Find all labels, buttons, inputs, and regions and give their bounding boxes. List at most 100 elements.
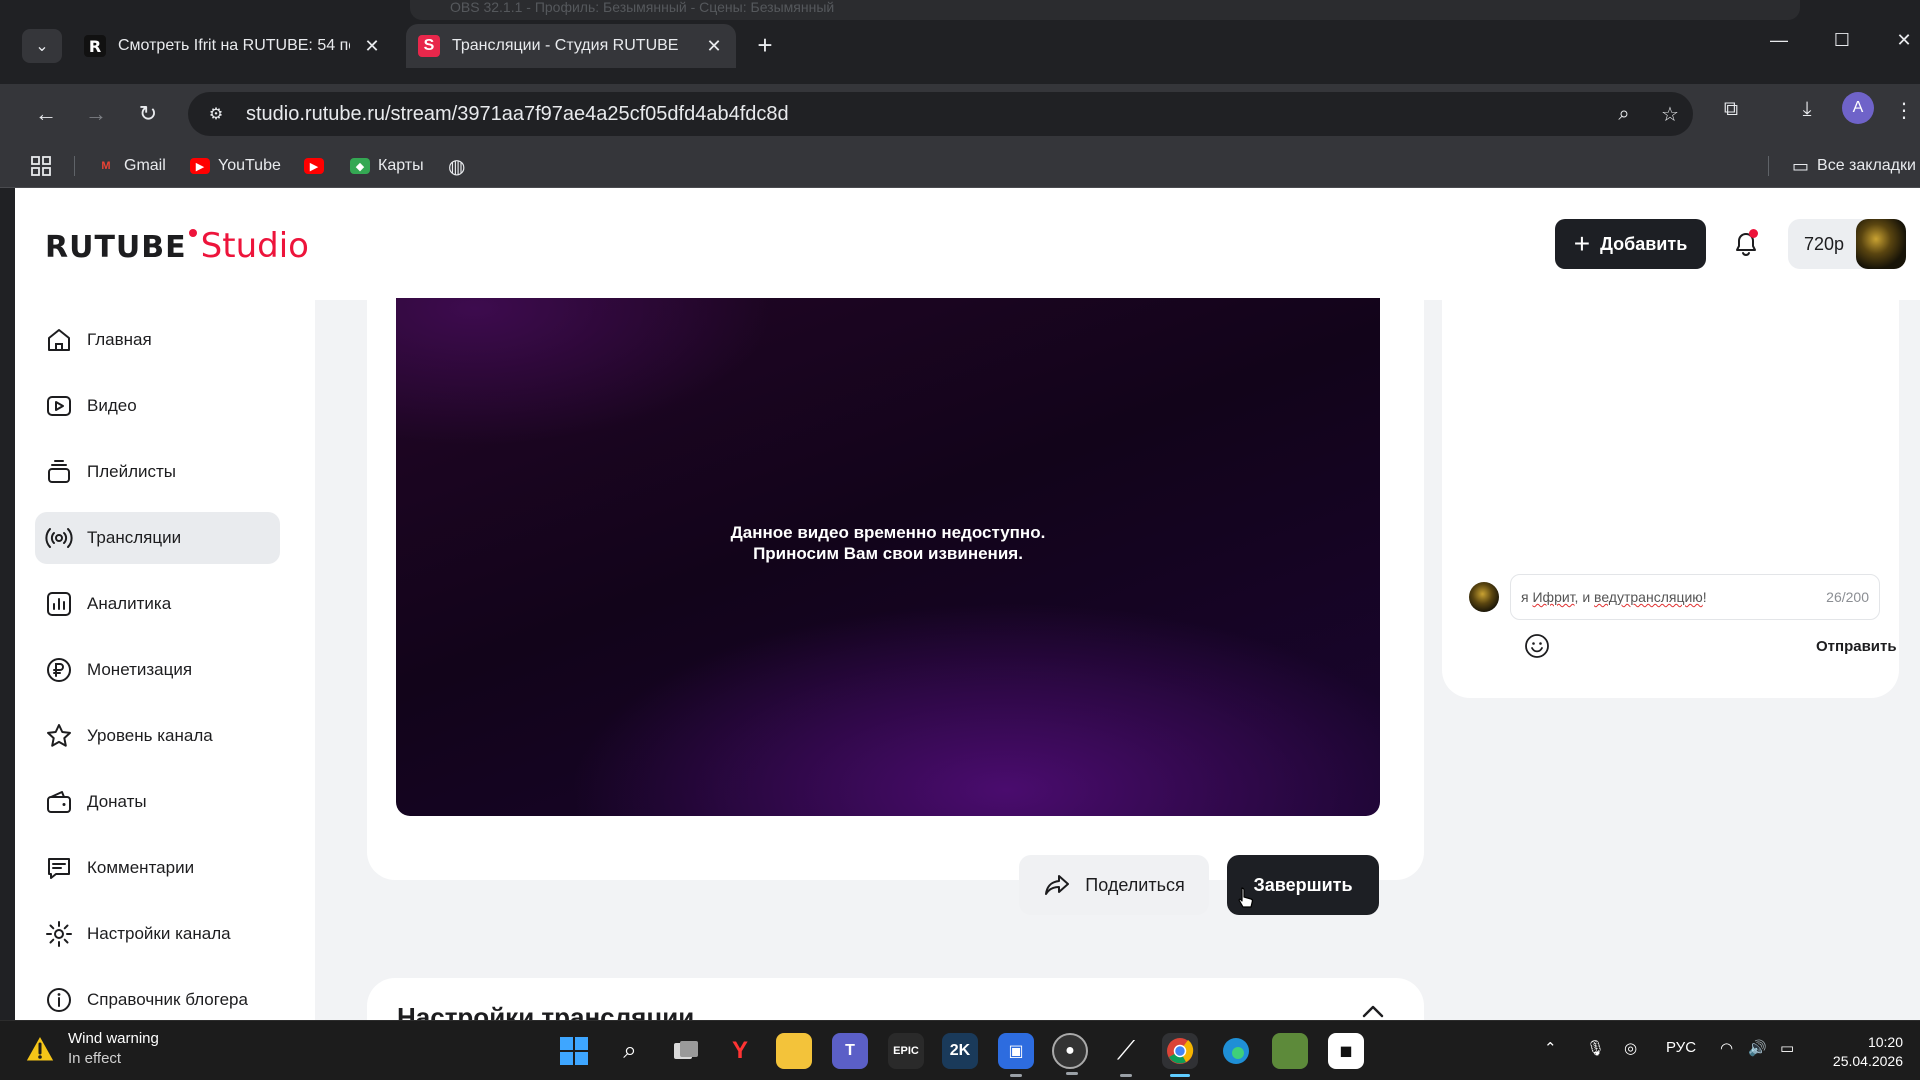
maximize-icon[interactable]: ☐ <box>1822 30 1862 51</box>
sidebar-item-label: Аналитика <box>87 594 172 613</box>
2k-launcher-icon[interactable]: 2K <box>942 1033 978 1069</box>
bookmark-youtube[interactable]: ▶ YouTube <box>190 144 281 188</box>
stream-settings-card[interactable]: Настройки трансляции <box>367 978 1424 1020</box>
browser-toolbar: ← → ↻ ⚙ studio.rutube.ru/stream/3971aa7f… <box>0 84 1920 144</box>
sidebar-item-monetization[interactable]: Монетизация <box>35 644 280 696</box>
minecraft-icon[interactable] <box>1272 1033 1308 1069</box>
gear-icon <box>46 921 72 947</box>
video-player[interactable]: Данное видео временно недоступно. Принос… <box>396 298 1380 816</box>
active-indicator <box>1170 1074 1190 1077</box>
info-icon <box>47 988 71 1012</box>
sidebar-item-analytics[interactable]: Аналитика <box>35 578 280 630</box>
sidebar-item-label: Главная <box>87 330 152 349</box>
start-button[interactable] <box>556 1033 592 1069</box>
address-bar[interactable]: ⚙ studio.rutube.ru/stream/3971aa7f97ae4a… <box>188 92 1693 136</box>
bookmark-gmail[interactable]: M Gmail <box>96 144 165 188</box>
sidebar-item-channel-settings[interactable]: Настройки канала <box>35 908 280 960</box>
share-button[interactable]: Поделиться <box>1019 855 1209 915</box>
sidebar-item-label: Донаты <box>87 792 147 811</box>
chat-user-avatar <box>1469 582 1499 612</box>
minimize-icon[interactable]: — <box>1759 30 1799 51</box>
chat-message-input[interactable]: я Ифрит, и ведутрансляцию! 26/200 <box>1510 574 1880 620</box>
emoji-icon[interactable] <box>1523 632 1551 660</box>
epic-games-icon[interactable]: EPIC <box>888 1033 924 1069</box>
close-icon[interactable]: ✕ <box>704 36 724 57</box>
home-icon <box>48 329 70 351</box>
file-explorer-icon[interactable] <box>776 1033 812 1069</box>
site-info-icon[interactable]: ⚙ <box>196 104 236 124</box>
sidebar-item-home[interactable]: Главная <box>35 314 280 366</box>
system-clock[interactable]: 10:20 25.04.2026 <box>1823 1033 1903 1071</box>
sidebar-item-comments[interactable]: Комментарии <box>35 842 280 894</box>
account-menu[interactable]: 720p <box>1788 219 1906 269</box>
yandex-browser-icon[interactable]: Y <box>722 1033 758 1069</box>
bookmark-maps[interactable]: ◆ Карты <box>350 144 424 188</box>
reload-icon[interactable]: ↻ <box>132 98 164 130</box>
chat-panel: я Ифрит, и ведутрансляцию! 26/200 Отправ… <box>1442 270 1899 698</box>
menu-dots-icon[interactable]: ⋮ <box>1892 98 1916 123</box>
microphone-icon[interactable]: 🎙 <box>1586 1039 1605 1057</box>
volume-icon[interactable]: 🔊 <box>1748 1039 1767 1057</box>
sidebar-item-broadcasts[interactable]: Трансляции <box>35 512 280 564</box>
tab-search-button[interactable]: ⌄ <box>22 29 62 63</box>
youtube-icon: ▶ <box>304 158 324 174</box>
url-text[interactable]: studio.rutube.ru/stream/3971aa7f97ae4a25… <box>246 103 1601 126</box>
edge-icon[interactable] <box>1218 1033 1254 1069</box>
youtube-icon: ▶ <box>190 158 210 174</box>
notifications-button[interactable] <box>1728 226 1764 262</box>
download-icon[interactable]: ⤓ <box>1790 98 1824 121</box>
all-bookmarks-label: Все закладки <box>1817 157 1916 174</box>
back-arrow-icon[interactable]: ← <box>30 98 62 130</box>
extensions-icon[interactable]: ⧉ <box>1714 98 1748 121</box>
send-message-button[interactable]: Отправить <box>1816 638 1897 655</box>
zoom-icon[interactable]: ⌕ <box>1601 103 1647 126</box>
bookmark-globe[interactable]: ◍ <box>448 144 465 188</box>
battery-icon[interactable]: ▭ <box>1780 1039 1794 1057</box>
wifi-icon[interactable]: ◠ <box>1720 1039 1733 1057</box>
sidebar-item-label: Уровень канала <box>87 726 213 745</box>
bookmark-star-icon[interactable]: ☆ <box>1647 102 1693 127</box>
search-icon[interactable]: ⌕ <box>612 1033 648 1069</box>
add-button[interactable]: + Добавить <box>1555 219 1706 269</box>
location-icon[interactable]: ◎ <box>1624 1039 1637 1057</box>
tab-rutube-watch[interactable]: R Смотреть Ifrit на RUTUBE: 54 подп ✕ <box>72 24 394 68</box>
obs-icon[interactable]: ● <box>1052 1033 1088 1075</box>
clock-time: 10:20 <box>1867 1034 1903 1050</box>
language-indicator[interactable]: РУС <box>1666 1039 1696 1056</box>
task-view-icon[interactable] <box>668 1033 704 1069</box>
profile-avatar[interactable]: A <box>1842 92 1874 124</box>
app-blue-icon[interactable]: ▣ <box>998 1033 1034 1077</box>
wallet-icon <box>47 791 71 813</box>
weather-status: In effect <box>68 1050 122 1067</box>
weather-widget[interactable]: Wind warning In effect <box>24 1029 159 1069</box>
sidebar-item-channel-level[interactable]: Уровень канала <box>35 710 280 762</box>
browser-tabstrip: OBS 32.1.1 - Профиль: Безымянный - Сцены… <box>0 0 1920 92</box>
rutube-studio-logo[interactable]: RUTUBE Studio <box>45 226 309 266</box>
roblox-icon[interactable]: ◼ <box>1328 1033 1364 1069</box>
background-window-title: OBS 32.1.1 - Профиль: Безымянный - Сцены… <box>410 0 1800 20</box>
sidebar-item-donations[interactable]: Донаты <box>35 776 280 828</box>
new-tab-button[interactable]: + <box>750 30 780 61</box>
chrome-icon[interactable] <box>1162 1033 1198 1077</box>
window-close-icon[interactable]: ✕ <box>1888 30 1920 51</box>
teams-icon[interactable]: T <box>832 1033 868 1069</box>
bookmark-youtube-2[interactable]: ▶ <box>304 144 332 188</box>
finish-button-label: Завершить <box>1253 874 1353 895</box>
globe-icon: ◍ <box>448 155 466 178</box>
star-icon <box>47 724 71 747</box>
apps-grid-icon[interactable] <box>30 144 52 188</box>
comment-icon <box>48 858 70 879</box>
chevron-up-icon[interactable]: ⌃ <box>1544 1039 1557 1057</box>
sidebar-item-playlists[interactable]: Плейлисты <box>35 446 280 498</box>
chevron-up-icon[interactable] <box>1362 1004 1384 1018</box>
chat-input-value[interactable]: я Ифрит, и ведутрансляцию! <box>1521 589 1826 605</box>
sidebar-item-blogger-guide[interactable]: Справочник блогера <box>35 974 280 1020</box>
bookmarks-bar: M Gmail ▶ YouTube ▶ ◆ Карты ◍ ▭ Все закл… <box>0 144 1920 188</box>
close-icon[interactable]: ✕ <box>362 36 382 57</box>
sidebar-item-video[interactable]: Видео <box>35 380 280 432</box>
pen-app-icon[interactable]: ⟋ <box>1108 1033 1144 1077</box>
forward-arrow-icon[interactable]: → <box>80 98 112 130</box>
tab-rutube-studio[interactable]: S Трансляции - Студия RUTUBE ✕ <box>406 24 736 68</box>
broadcast-icon <box>45 528 73 548</box>
all-bookmarks[interactable]: ▭ Все закладки <box>1792 144 1916 188</box>
